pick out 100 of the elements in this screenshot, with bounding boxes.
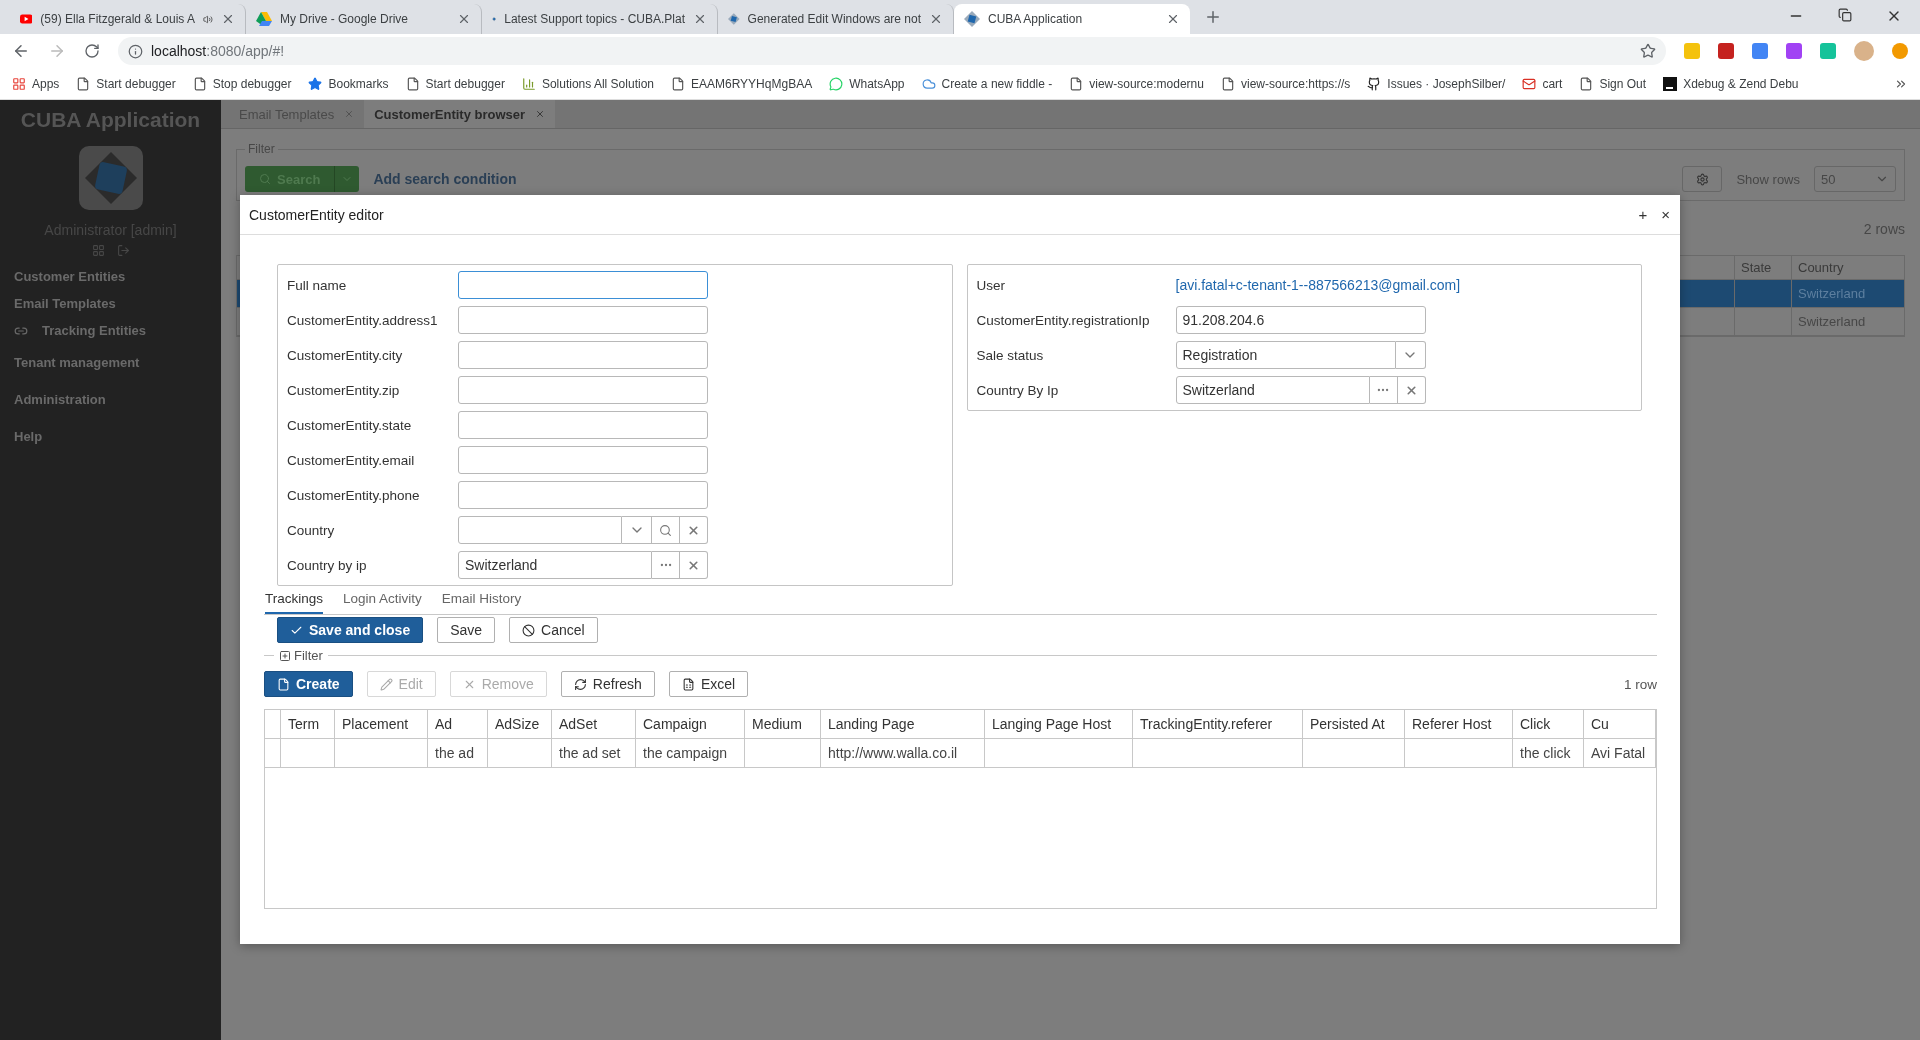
bookmark[interactable]: Start debugger [76, 76, 176, 91]
clear-button[interactable] [680, 516, 708, 544]
bookmark[interactable]: view-source:modernu [1069, 76, 1204, 91]
column-header[interactable]: Ad [428, 710, 488, 739]
extension-icon[interactable] [1684, 43, 1700, 59]
cat-icon [1367, 76, 1382, 91]
extension-icon[interactable] [1820, 43, 1836, 59]
lookup-field[interactable] [458, 516, 622, 544]
user-link[interactable]: [avi.fatal+c-tenant-1--887566213@gmail.com] [1175, 277, 1461, 293]
forward-icon[interactable] [48, 42, 66, 60]
close-icon[interactable] [1166, 12, 1180, 26]
field-label: Country [287, 522, 336, 538]
column-header[interactable]: Persisted At [1303, 710, 1405, 739]
document-icon [277, 677, 290, 691]
mail-icon [1522, 76, 1537, 91]
input-field[interactable] [458, 341, 708, 369]
extension-icon[interactable] [1752, 43, 1768, 59]
action-button[interactable]: Excel [668, 671, 749, 697]
bookmark[interactable]: Xdebug & Zend Debu [1663, 76, 1799, 91]
input-field[interactable] [458, 271, 708, 299]
column-header[interactable]: Term [281, 710, 335, 739]
field-label: CustomerEntity.zip [287, 382, 401, 398]
reload-icon[interactable] [84, 43, 100, 59]
picker-field[interactable]: Switzerland [458, 551, 652, 579]
search-button[interactable] [652, 516, 680, 544]
action-button[interactable]: Refresh [560, 671, 655, 697]
tab[interactable]: Login Activity [343, 591, 422, 614]
maximize-button[interactable]: + [1638, 206, 1648, 223]
extension-icon[interactable] [1718, 43, 1734, 59]
page-icon [405, 76, 420, 91]
column-header[interactable]: Landing Page [821, 710, 985, 739]
logout-icon[interactable] [116, 244, 130, 257]
column-header[interactable]: Langing Page Host [985, 710, 1133, 739]
action-button[interactable]: Create [264, 671, 353, 697]
close-icon[interactable] [221, 12, 235, 26]
column-header[interactable]: AdSet [552, 710, 636, 739]
clear-button[interactable] [1397, 376, 1426, 404]
star-icon[interactable] [1640, 43, 1656, 59]
bookmark[interactable]: Start debugger [405, 76, 505, 91]
picker-field[interactable]: Switzerland [1175, 376, 1370, 404]
table-cell: Switzerland [1791, 280, 1904, 308]
close-icon[interactable] [457, 12, 471, 26]
column-header[interactable]: Medium [745, 710, 821, 739]
input-field[interactable] [458, 411, 708, 439]
bookmark[interactable]: Solutions All Solution [521, 76, 654, 91]
input-field[interactable] [458, 376, 708, 404]
bookmark[interactable]: Bookmarks [308, 76, 389, 91]
column-header[interactable]: Cu [1584, 710, 1656, 739]
column-header[interactable]: Campaign [636, 710, 745, 739]
chat-icon [829, 76, 844, 91]
clear-button[interactable] [680, 551, 708, 579]
bookmark[interactable]: Stop debugger [192, 76, 292, 91]
close-icon[interactable] [693, 12, 707, 26]
select-field[interactable]: Registration [1175, 341, 1396, 369]
column-header[interactable]: Referer Host [1405, 710, 1513, 739]
avatar-icon[interactable] [1854, 41, 1874, 61]
back-icon[interactable] [12, 42, 30, 60]
column-header[interactable]: AdSize [488, 710, 552, 739]
square-icon [1663, 76, 1678, 91]
dialog-button[interactable]: Cancel [509, 617, 598, 643]
tab[interactable]: Email History [441, 591, 522, 614]
field-label: CustomerEntity.registrationIp [976, 312, 1151, 328]
dialog-button[interactable]: Save and close [277, 617, 424, 643]
column-header[interactable]: TrackingEntity.referer [1133, 710, 1303, 739]
dropdown-button[interactable] [622, 516, 652, 544]
grid-icon[interactable] [91, 244, 105, 257]
close-icon[interactable] [929, 12, 943, 26]
tab[interactable]: Trackings [265, 591, 323, 614]
table-cell: Avi Fatal [1584, 739, 1656, 768]
bookmark[interactable]: Apps [12, 76, 60, 91]
more-button[interactable] [652, 551, 680, 579]
bookmark[interactable]: Create a new fiddle - [921, 76, 1053, 91]
column-header[interactable]: Click [1513, 710, 1584, 739]
page-icon [192, 76, 207, 91]
settings-button[interactable] [1682, 166, 1723, 192]
input-field[interactable]: 91.208.204.6 [1175, 306, 1426, 334]
close-button[interactable]: × [1661, 206, 1670, 223]
bookmark[interactable]: view-source:https://s [1220, 76, 1351, 91]
dropdown-button[interactable] [1395, 341, 1426, 369]
bookmark[interactable]: Sign Out [1579, 76, 1647, 91]
bookmark[interactable]: Issues · JosephSilber/ [1367, 76, 1506, 91]
more-button[interactable] [1369, 376, 1398, 404]
url-path: :8080/app/#! [206, 43, 285, 59]
input-field[interactable] [458, 481, 708, 509]
restore-icon[interactable] [1838, 8, 1852, 22]
column-header[interactable]: Placement [335, 710, 428, 739]
table-cell [281, 739, 335, 768]
bookmark[interactable]: WhatsApp [829, 76, 905, 91]
filter-toggle[interactable]: Filter [279, 648, 323, 663]
dialog-button[interactable]: Save [437, 617, 496, 643]
input-field[interactable] [458, 306, 708, 334]
page-icon [1579, 76, 1594, 91]
input-field[interactable] [458, 446, 708, 474]
bookmark[interactable]: cart [1522, 76, 1563, 91]
browser-tab[interactable]: CUBA Application [954, 4, 1190, 34]
bookmark[interactable]: EAAM6RYYHqMgBAA [671, 76, 813, 91]
address-bar[interactable]: localhost:8080/app/#! [118, 37, 1666, 65]
new-tab-icon[interactable] [1204, 8, 1222, 26]
alert-icon[interactable] [1892, 43, 1908, 59]
extension-icon[interactable] [1786, 43, 1802, 59]
